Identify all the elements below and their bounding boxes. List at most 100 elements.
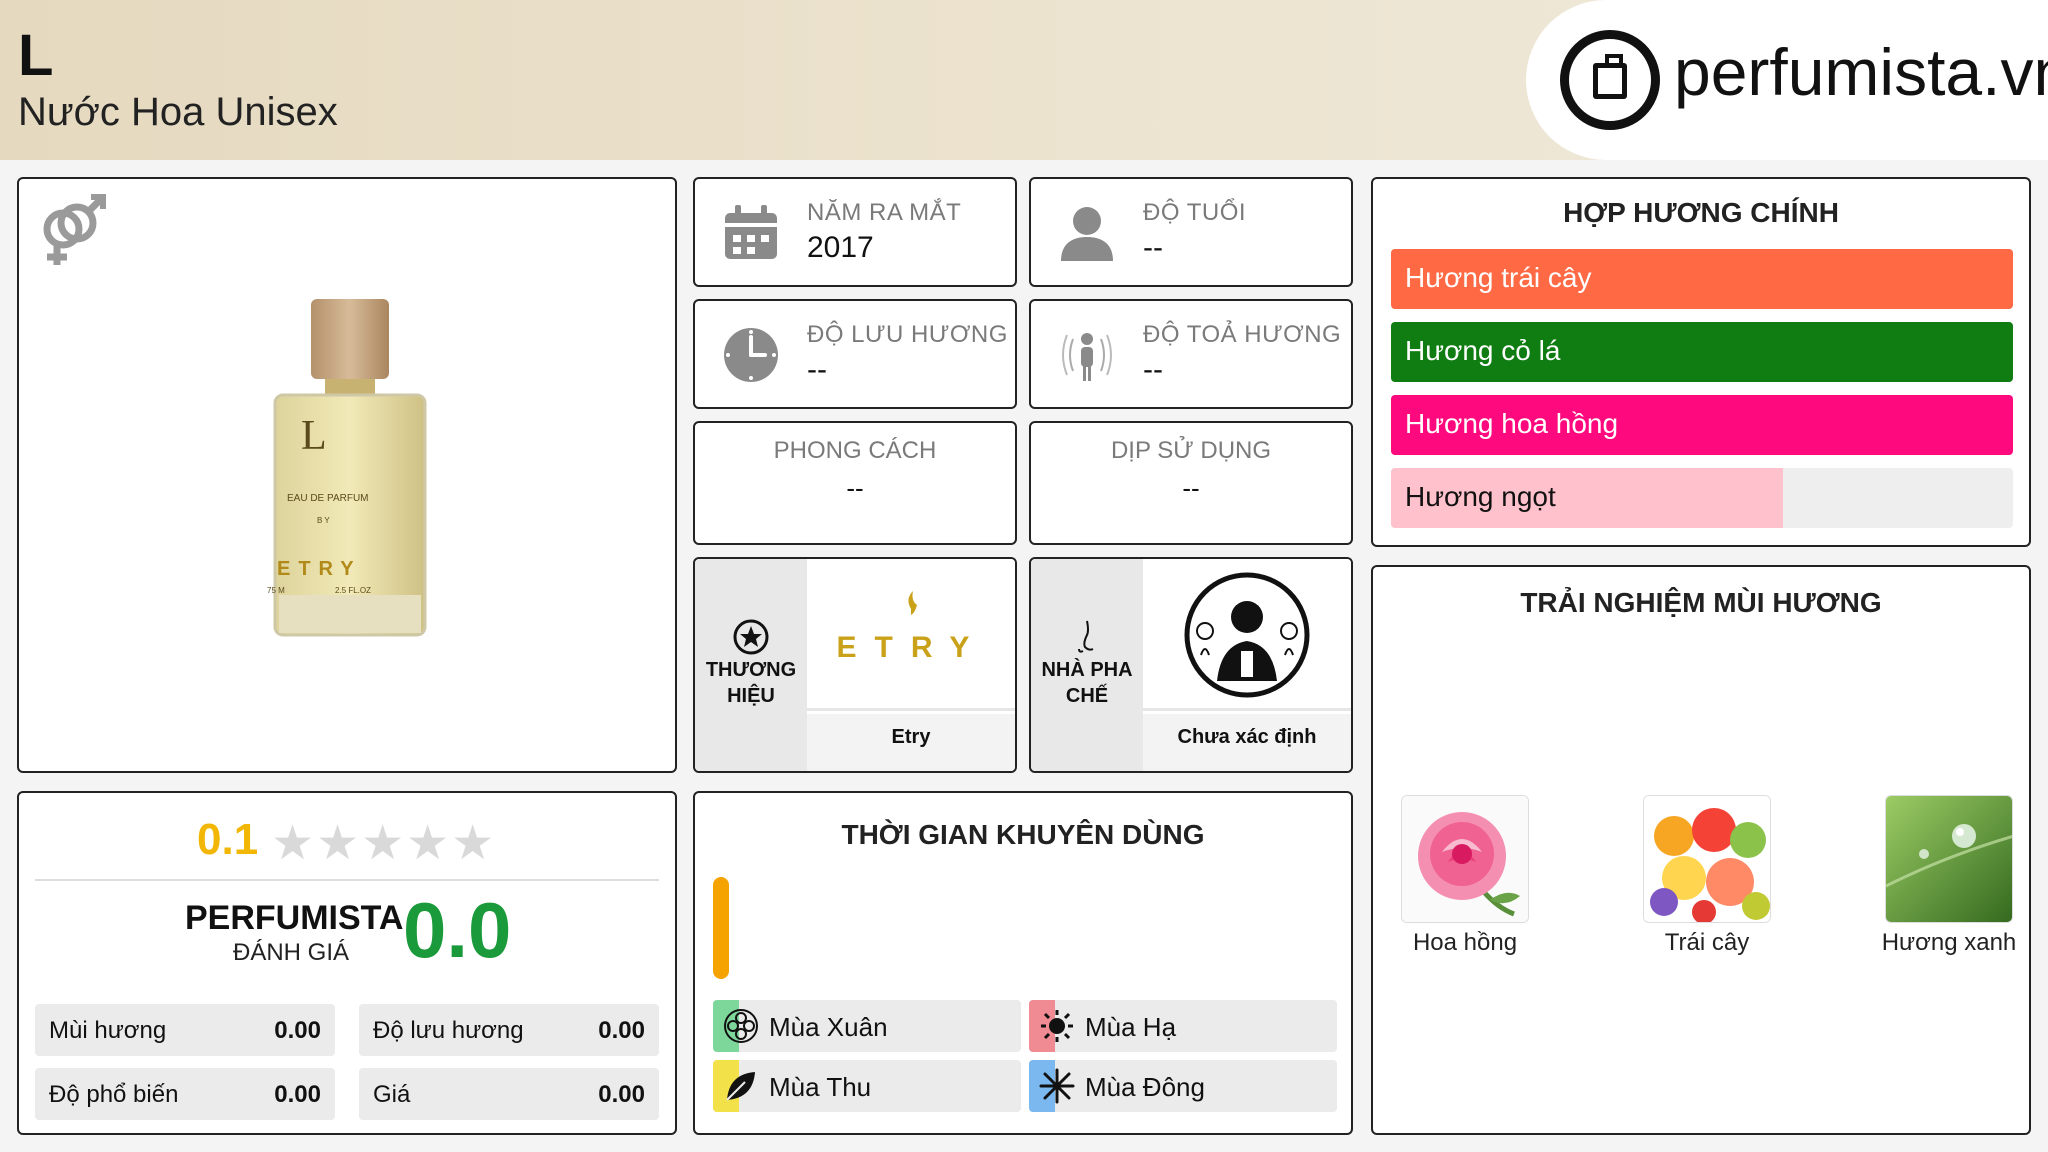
season-autumn: Mùa Thu <box>713 1060 1021 1112</box>
brand-logo-text: ETRY <box>837 631 988 664</box>
perfumer-avatar[interactable] <box>1143 559 1351 711</box>
scent-experience-title: TRẢI NGHIỆM MÙI HƯƠNG <box>1520 587 1882 618</box>
stat-label: Mùi hương <box>49 1017 167 1044</box>
style-card: PHONG CÁCH -- <box>693 421 1017 545</box>
sillage-label: ĐỘ TOẢ HƯƠNG <box>1143 321 1342 348</box>
accord-label: Hương hoa hồng <box>1405 408 1619 439</box>
flower-icon <box>724 1009 758 1043</box>
season-spring: Mùa Xuân <box>713 1000 1021 1052</box>
unisex-gender-icon <box>43 194 106 265</box>
user-icon <box>1061 207 1113 261</box>
snowflake-icon <box>1039 1068 1075 1104</box>
brand-side: THƯƠNG HIỆU <box>695 559 807 771</box>
perfumer-card[interactable]: NHÀ PHA CHẾ Chưa xác định <box>1029 557 1353 773</box>
calendar-icon <box>725 205 777 259</box>
user-rating-score: 0.1 <box>197 815 259 864</box>
sillage-card: ĐỘ TOẢ HƯƠNG -- <box>1029 299 1353 409</box>
brand-side-label: THƯƠNG HIỆU <box>705 659 797 707</box>
accord-row: Hương trái cây <box>1391 249 2013 309</box>
leaf-icon <box>726 1072 755 1101</box>
stat-label: Độ phổ biến <box>49 1081 179 1108</box>
perfume-bottle-logo-icon <box>1560 30 1660 130</box>
stat-scent: Mùi hương 0.00 <box>35 1004 335 1056</box>
note-label-green: Hương xanh <box>1881 929 2017 956</box>
longevity-label: ĐỘ LƯU HƯƠNG <box>807 321 1008 348</box>
accord-label: Hương trái cây <box>1405 262 1592 293</box>
season-label: Mùa Thu <box>769 1072 872 1102</box>
accord-label: Hương ngọt <box>1405 481 1556 512</box>
age-card: ĐỘ TUỔI -- <box>1029 177 1353 287</box>
perfumista-score: 0.0 <box>403 886 512 974</box>
launch-year-label: NĂM RA MẮT <box>807 199 962 226</box>
season-label: Mùa Hạ <box>1085 1012 1177 1042</box>
rating-panel: 0.1 ★★★★★ PERFUMISTA ĐÁNH GIÁ 0.0 Mùi hư… <box>17 791 677 1135</box>
season-summer: Mùa Hạ <box>1029 1000 1337 1052</box>
perfumista-rating-title: PERFUMISTA <box>185 899 404 937</box>
age-value: -- <box>1143 231 1163 264</box>
note-label-fruit: Trái cây <box>1664 929 1750 956</box>
fruit-icon <box>1643 795 1771 923</box>
style-value: -- <box>846 473 864 503</box>
perfumer-avatar-icon <box>1184 572 1310 698</box>
time-of-day-bar <box>713 877 729 979</box>
star-icon[interactable]: ★ <box>271 817 316 870</box>
accord-row: Hương cỏ lá <box>1391 322 2013 382</box>
note-item[interactable]: Trái cây <box>1637 795 1777 957</box>
rating-divider <box>35 879 659 881</box>
recommended-time-panel: THỜI GIAN KHUYÊN DÙNG Mùa Xuân Mùa Hạ Mù… <box>693 791 1353 1135</box>
stat-longevity: Độ lưu hương 0.00 <box>359 1004 659 1056</box>
site-logo[interactable]: perfumista.vn <box>1526 0 2048 160</box>
perfumer-side-label: NHÀ PHA CHẾ <box>1041 659 1133 707</box>
rose-icon <box>1401 795 1529 923</box>
bottle-letter: L <box>301 413 327 459</box>
note-label-rose: Hoa hồng <box>1412 929 1518 956</box>
stat-value: 0.00 <box>598 1017 645 1044</box>
recommended-time-title: THỜI GIAN KHUYÊN DÙNG <box>841 819 1205 850</box>
occasion-value: -- <box>1182 473 1200 503</box>
nose-icon <box>1078 620 1094 653</box>
star-icon[interactable]: ★ <box>316 817 361 870</box>
accord-label: Hương cỏ lá <box>1405 335 1561 366</box>
star-rating[interactable]: ★★★★★ <box>271 815 496 871</box>
stat-value: 0.00 <box>598 1081 645 1108</box>
style-label: PHONG CÁCH <box>773 437 937 464</box>
bottle-text-by: B Y <box>317 516 330 525</box>
launch-year-value: 2017 <box>807 231 874 264</box>
stat-popularity: Độ phổ biến 0.00 <box>35 1068 335 1120</box>
star-icon[interactable]: ★ <box>451 817 496 870</box>
perfumer-name[interactable]: Chưa xác định <box>1143 714 1351 771</box>
bottle-volume-oz: 2.5 FL.OZ <box>335 586 371 595</box>
star-icon[interactable]: ★ <box>361 817 406 870</box>
bottle-brand-text: ETRY <box>277 558 362 580</box>
stat-value: 0.00 <box>274 1081 321 1108</box>
accord-row: Hương hoa hồng <box>1391 395 2013 455</box>
longevity-card: ĐỘ LƯU HƯƠNG -- <box>693 299 1017 409</box>
star-icon[interactable]: ★ <box>406 817 451 870</box>
green-leaf-icon <box>1885 795 2013 923</box>
accord-row: Hương ngọt <box>1391 468 2013 528</box>
season-label: Mùa Đông <box>1085 1072 1205 1102</box>
stat-label: Độ lưu hương <box>373 1017 524 1044</box>
occasion-label: DỊP SỬ DỤNG <box>1110 437 1272 464</box>
page-header: L Nước Hoa Unisex perfumista.vn <box>0 0 2048 160</box>
occasion-card: DỊP SỬ DỤNG -- <box>1029 421 1353 545</box>
brand-card[interactable]: THƯƠNG HIỆU ETRY Etry <box>693 557 1017 773</box>
age-label: ĐỘ TUỔI <box>1143 199 1247 226</box>
note-item[interactable]: Hương xanh <box>1879 795 2019 957</box>
scent-experience-panel: TRẢI NGHIỆM MÙI HƯƠNG Hoa hồng Trái cây … <box>1371 565 2031 1135</box>
season-label: Mùa Xuân <box>769 1012 888 1042</box>
main-accords-title: HỢP HƯƠNG CHÍNH <box>1563 197 1839 228</box>
brand-name[interactable]: Etry <box>807 714 1015 771</box>
season-winter: Mùa Đông <box>1029 1060 1337 1112</box>
brand-logo[interactable]: ETRY <box>807 559 1015 711</box>
perfume-category: Nước Hoa Unisex <box>18 90 338 134</box>
note-item[interactable]: Hoa hồng <box>1395 795 1535 957</box>
bottle-text-edp: EAU DE PARFUM <box>287 493 369 504</box>
perfume-name: L <box>18 23 54 88</box>
main-accords-panel: HỢP HƯƠNG CHÍNH Hương trái cây Hương cỏ l… <box>1371 177 2031 547</box>
launch-year-card: NĂM RA MẮT 2017 <box>693 177 1017 287</box>
sun-icon <box>1041 1010 1073 1042</box>
site-logo-text: perfumista.vn <box>1674 35 2048 109</box>
bottle-volume-ml: 75 M <box>267 586 285 595</box>
star-badge-icon <box>733 619 769 655</box>
